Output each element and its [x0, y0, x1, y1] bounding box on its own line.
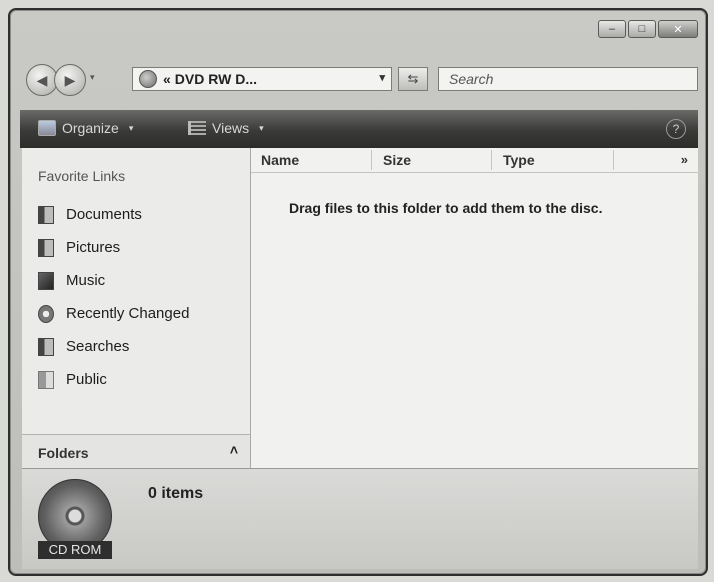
more-columns-icon[interactable]: » [681, 152, 688, 167]
details-pane: CD ROM 0 items [22, 468, 698, 569]
close-button[interactable]: ✕ [658, 20, 698, 38]
chevron-up-icon: ˄ [229, 442, 238, 458]
music-icon [38, 271, 54, 290]
drive-label: CD ROM [38, 541, 112, 559]
navigation-pane: Favorite Links Documents Pictures Music … [22, 148, 251, 469]
address-dropdown-icon[interactable]: ▾ [379, 71, 385, 84]
address-bar[interactable]: « DVD RW D... ▾ [132, 67, 392, 91]
organize-button[interactable]: Organize ▾ [38, 120, 133, 136]
column-header-size[interactable]: Size [383, 152, 411, 168]
chevron-down-icon: ▾ [259, 122, 264, 133]
column-header-type[interactable]: Type [503, 152, 535, 168]
refresh-button[interactable]: ⇆ [398, 67, 428, 91]
favorite-links-list: Documents Pictures Music Recently Change… [38, 198, 189, 396]
forward-arrow-icon: ▶ [64, 71, 76, 88]
searches-icon [38, 337, 54, 356]
back-arrow-icon: ◀ [36, 71, 48, 88]
sidebar-item-recently-changed[interactable]: Recently Changed [38, 297, 189, 330]
forward-button[interactable]: ▶ [54, 64, 86, 96]
public-icon [38, 370, 54, 389]
sidebar-item-label: Searches [66, 338, 130, 355]
sidebar-item-searches[interactable]: Searches [38, 330, 189, 363]
recently-changed-icon [38, 304, 54, 323]
breadcrumb-overflow[interactable]: « [163, 71, 171, 87]
sidebar-item-label: Recently Changed [66, 305, 190, 322]
refresh-icon: ⇆ [407, 71, 419, 86]
caption-buttons: – □ ✕ [598, 20, 698, 38]
explorer-window: – □ ✕ ◀ ▶ ▾ « DVD RW D... ▾ ⇆ Search Org… [8, 8, 708, 576]
sidebar-item-pictures[interactable]: Pictures [38, 231, 189, 264]
search-input[interactable]: Search [438, 67, 698, 91]
help-button[interactable]: ? [666, 119, 686, 139]
views-label: Views [212, 120, 250, 136]
column-divider[interactable] [371, 150, 372, 170]
organize-icon [38, 120, 56, 136]
address-path[interactable]: DVD RW D... [175, 71, 257, 87]
pictures-icon [38, 238, 54, 257]
chevron-down-icon: ▾ [128, 122, 134, 133]
folders-label: Folders [38, 445, 89, 461]
item-count: 0 items [148, 485, 204, 502]
documents-icon [38, 205, 54, 224]
sidebar-item-label: Music [66, 272, 106, 289]
address-row: ◀ ▶ ▾ « DVD RW D... ▾ ⇆ Search [20, 62, 698, 98]
sidebar-item-label: Pictures [66, 239, 121, 256]
organize-label: Organize [62, 120, 119, 136]
views-icon [188, 121, 206, 135]
sidebar-item-music[interactable]: Music [38, 264, 189, 297]
column-header-name[interactable]: Name [261, 152, 299, 168]
column-divider[interactable] [491, 150, 492, 170]
minimize-button[interactable]: – [598, 20, 626, 38]
column-divider[interactable] [613, 150, 614, 170]
sidebar-item-documents[interactable]: Documents [38, 198, 189, 231]
column-headers: Name Size Type » [251, 148, 698, 173]
recent-pages-dropdown[interactable]: ▾ [90, 72, 95, 83]
folders-toggle[interactable]: Folders ˄ [22, 434, 250, 469]
favorite-links-title: Favorite Links [38, 168, 126, 184]
file-list-pane[interactable]: Name Size Type » Drag files to this fold… [251, 148, 698, 468]
sidebar-item-label: Documents [66, 206, 142, 223]
computer-icon [139, 70, 157, 88]
views-button[interactable]: Views ▾ [188, 120, 264, 136]
sidebar-item-public[interactable]: Public [38, 363, 189, 396]
maximize-button[interactable]: □ [628, 20, 656, 38]
sidebar-item-label: Public [66, 371, 107, 388]
command-toolbar: Organize ▾ Views ▾ ? [20, 110, 698, 148]
empty-folder-message: Drag files to this folder to add them to… [289, 200, 603, 216]
